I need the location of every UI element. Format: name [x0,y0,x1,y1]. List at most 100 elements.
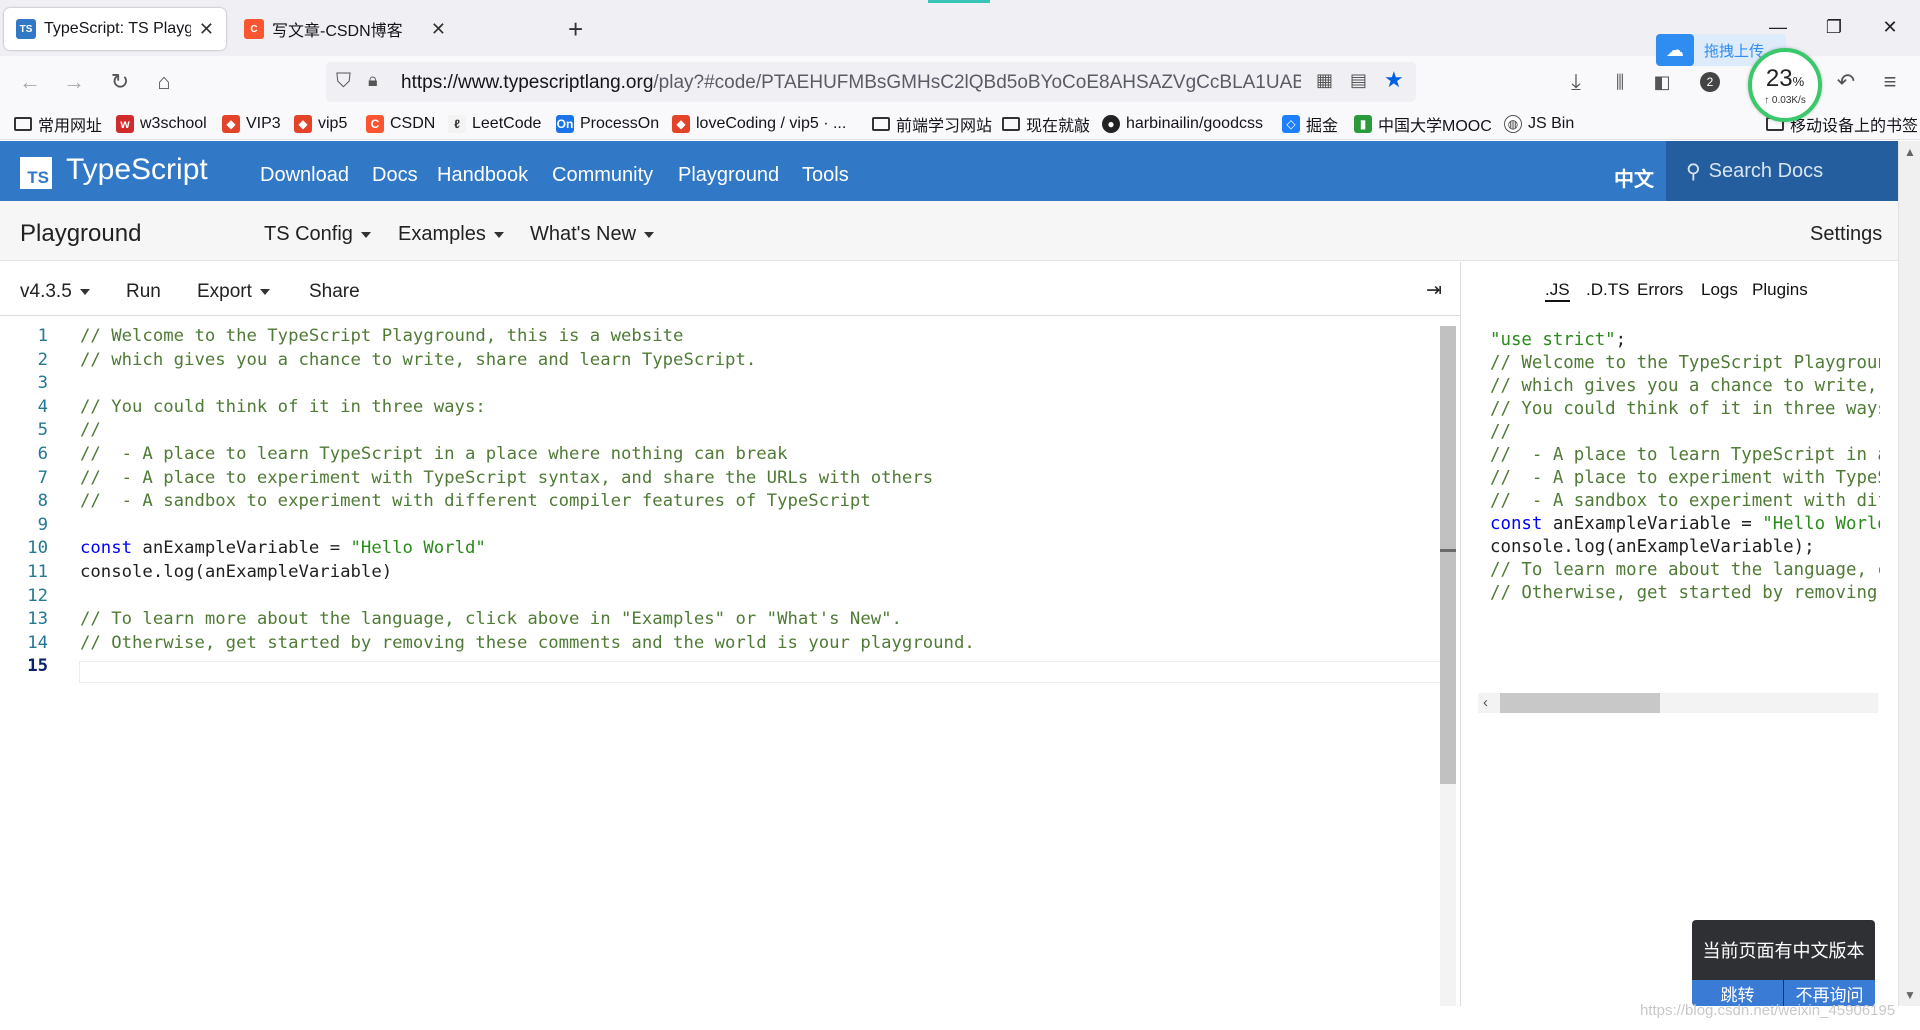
whats-new-menu[interactable]: What's New [530,223,654,246]
nav-docs[interactable]: Docs [372,164,418,187]
sidebar-icon[interactable]: ◧ [1646,66,1678,98]
code-line[interactable]: 12 [0,586,1442,610]
maximize-button[interactable]: ❐ [1814,10,1854,44]
code-line[interactable]: 6// - A place to learn TypeScript in a p… [0,444,1442,468]
qr-code-icon[interactable]: ▦ [1316,70,1333,91]
undo-icon[interactable]: ↶ [1830,66,1862,98]
watermark: https://blog.csdn.net/weixin_45906195 [1640,1002,1895,1019]
code-line[interactable]: 13 // To learn more about the language, c… [0,609,1442,633]
tab-plugins[interactable]: Plugins [1752,280,1808,300]
code-line[interactable]: 8// - A sandbox to experiment with diffe… [0,491,1442,515]
bookmark-item[interactable]: ●harbinailin/goodcss [1102,112,1263,136]
nav-community[interactable]: Community [552,164,653,187]
version-select[interactable]: v4.3.5 [20,281,90,303]
code-text: // which gives you a chance to write, sh… [80,350,756,370]
line-number: 13 [0,609,48,629]
chevron-down-icon [260,289,270,295]
code-line[interactable]: 4// You could think of it in three ways: [0,397,1442,421]
code-line[interactable]: 9 [0,515,1442,539]
bookmark-item[interactable]: 现在就敲 [1002,112,1090,136]
back-icon[interactable]: ← [14,66,46,98]
juejin-icon: ◇ [1282,115,1300,133]
library-icon[interactable]: ⫼ [1604,66,1636,98]
url-text[interactable]: https://www.typescriptlang.org/play?#cod… [401,72,1301,94]
tab-csdn[interactable]: C 写文章-CSDN博客 ✕ [232,8,458,50]
tab-typescript-playground[interactable]: TS TypeScript: TS Playground - A ✕ [4,8,226,50]
code-text: // Welcome to the TypeScript Playground,… [80,326,683,346]
nav-handbook[interactable]: Handbook [437,164,528,187]
downloads-icon[interactable]: ⤓ [1560,66,1592,98]
run-button[interactable]: Run [126,281,161,303]
nav-tools[interactable]: Tools [802,164,849,187]
reload-icon[interactable]: ↻ [104,66,136,98]
bookmark-star-icon[interactable]: ★ [1384,67,1404,93]
bookmark-item[interactable]: ◆loveCoding / vip5 · ... [672,112,846,136]
tab-js[interactable]: .JS [1545,280,1570,302]
bookmark-item[interactable]: ◆vip5 [294,112,347,136]
ts-config-menu[interactable]: TS Config [264,223,371,246]
home-icon[interactable]: ⌂ [148,66,180,98]
scroll-left-icon[interactable]: ‹ [1483,693,1488,713]
tab-close-icon[interactable]: ✕ [199,19,214,40]
bookmark-item[interactable]: ◆VIP3 [222,112,281,136]
share-button[interactable]: Share [309,281,360,303]
export-menu[interactable]: Export [197,281,270,303]
code-text: // To learn more about the language, cli… [80,609,902,629]
line-number: 10 [0,538,48,558]
bookmark-item[interactable]: OnProcessOn [556,112,659,136]
typescript-logo-icon[interactable]: TS [20,157,52,189]
reader-view-icon[interactable]: ▤ [1350,70,1367,91]
tab-errors[interactable]: Errors [1637,280,1683,300]
output-hscrollbar-thumb[interactable] [1500,693,1660,713]
bookmark-item[interactable]: ◇掘金 [1282,112,1338,136]
code-line[interactable]: 14// Otherwise, get started by removing … [0,633,1442,657]
menu-icon[interactable]: ≡ [1874,66,1906,98]
close-window-button[interactable]: ✕ [1870,10,1910,44]
nav-download[interactable]: Download [260,164,349,187]
tab-dts[interactable]: .D.TS [1586,280,1629,300]
bookmark-item[interactable]: CCSDN [366,112,435,136]
extension-badge[interactable]: 2 [1694,66,1726,98]
tab-strip-indicator [928,0,990,3]
code-line[interactable]: 15 [0,656,1442,680]
bookmark-item[interactable]: 常用网址 [14,112,102,136]
settings-link[interactable]: Settings [1810,223,1882,246]
tab-logs[interactable]: Logs [1701,280,1738,300]
code-text: // Otherwise, get started by removing th… [80,633,975,653]
nav-playground[interactable]: Playground [678,164,779,187]
bookmark-item[interactable]: ℓLeetCode [448,112,541,136]
output-line: // You could think of it in three ways [1490,399,1880,427]
panel-divider[interactable] [1460,262,1461,1006]
playground-bar: Playground TS Config Examples What's New… [0,201,1898,261]
lock-icon[interactable]: 🔒︎ [368,70,378,91]
code-line[interactable]: 1// Welcome to the TypeScript Playground… [0,326,1442,350]
scroll-down-icon[interactable]: ▼ [1904,988,1916,1002]
examples-menu[interactable]: Examples [398,223,504,246]
chevron-down-icon [361,232,371,238]
collapse-panel-icon[interactable]: ⇥ [1426,279,1442,302]
page-scrollbar[interactable]: ▲ ▼ [1898,141,1920,1006]
scroll-up-icon[interactable]: ▲ [1904,145,1916,159]
code-line[interactable]: 3 [0,373,1442,397]
search-docs-input[interactable]: ⚲ Search Docs [1666,141,1898,201]
bookmark-item[interactable]: 前端学习网站 [872,112,992,136]
js-output[interactable]: "use strict";// Welcome to the TypeScrip… [1490,330,1880,690]
code-line[interactable]: 7// - A place to experiment with TypeScr… [0,468,1442,492]
site-brand[interactable]: TypeScript [66,153,208,187]
network-speed-meter[interactable]: 23% ↑ 0.03K/s [1748,48,1822,122]
bookmark-item[interactable]: ww3school [116,112,207,136]
code-line[interactable]: 2// which gives you a chance to write, s… [0,350,1442,374]
tab-close-icon[interactable]: ✕ [431,19,446,40]
typescript-favicon-icon: TS [16,19,36,39]
bookmark-item[interactable]: ◍JS Bin [1504,112,1574,136]
code-line[interactable]: 11console.log(anExampleVariable) [0,562,1442,586]
language-switch[interactable]: 中文 [1614,163,1654,192]
forward-icon[interactable]: → [58,66,90,98]
new-tab-button[interactable]: + [568,14,583,45]
editor-scrollbar-thumb[interactable] [1440,326,1456,784]
bookmark-item[interactable]: ▮中国大学MOOC [1354,112,1492,136]
code-line[interactable]: 10const anExampleVariable = "Hello World… [0,538,1442,562]
tracking-shield-icon[interactable]: ⛉ [336,70,351,93]
code-line[interactable]: 5// [0,420,1442,444]
address-bar[interactable]: ⛉ 🔒︎ https://www.typescriptlang.org/play… [326,62,1416,102]
